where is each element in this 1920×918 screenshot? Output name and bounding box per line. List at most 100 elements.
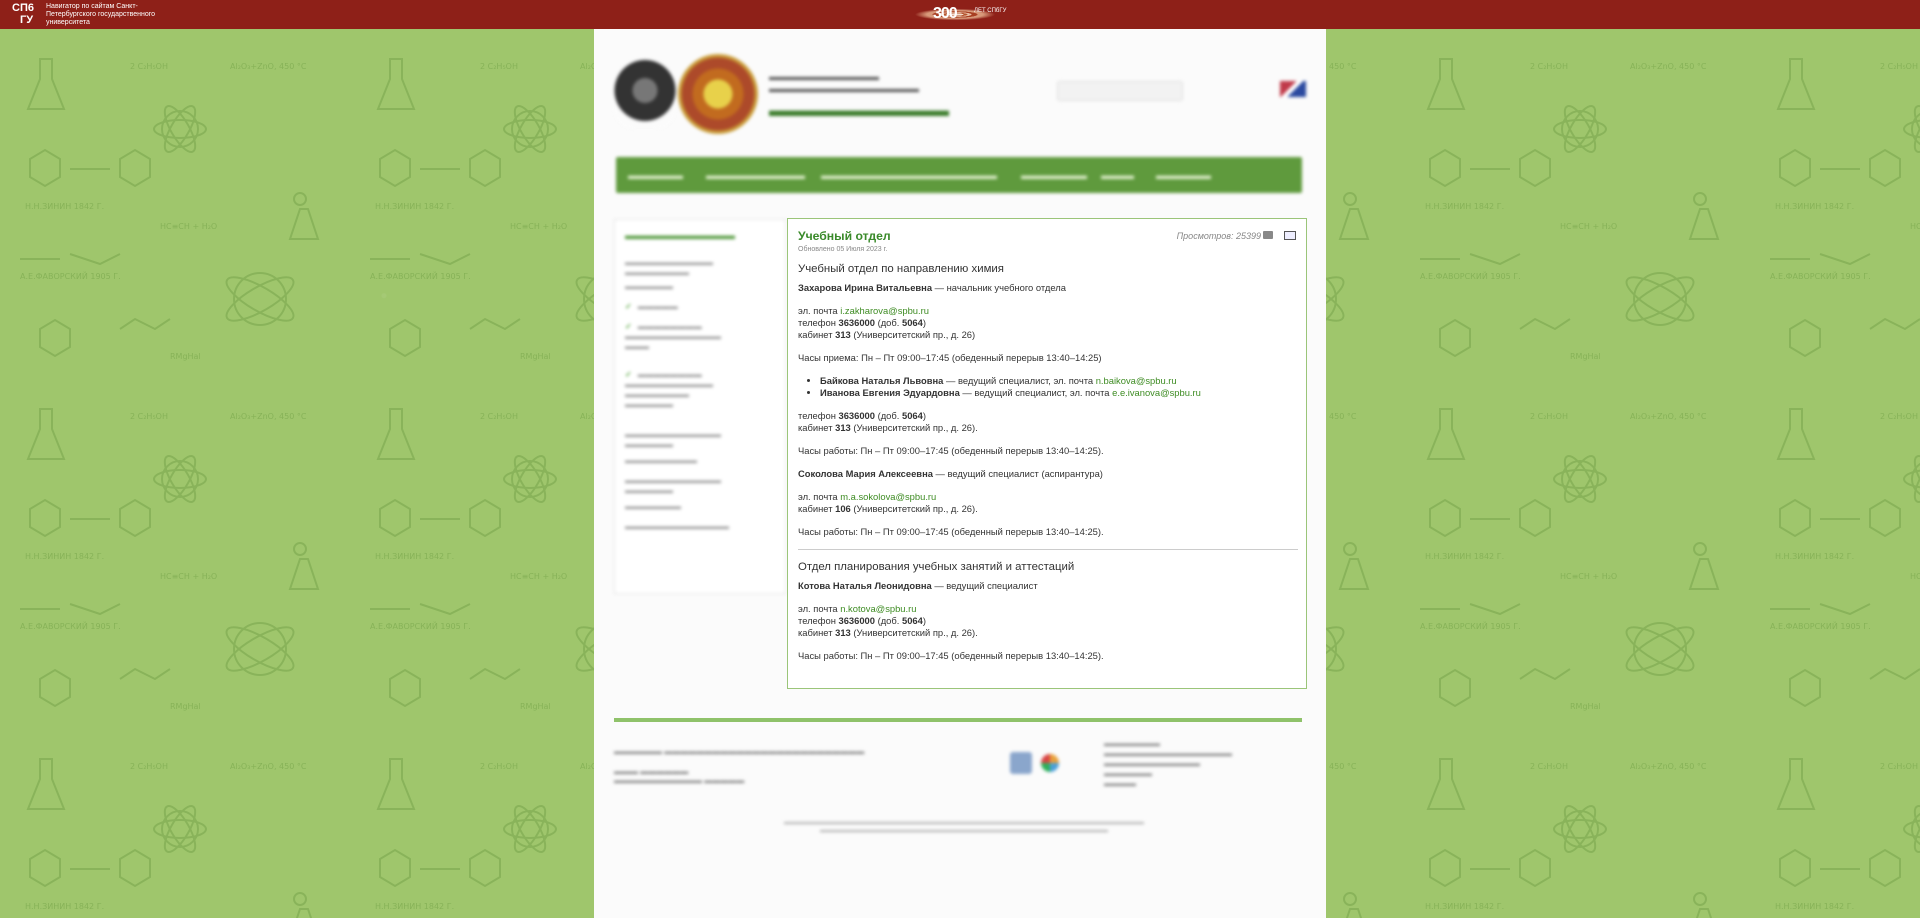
person-name: Иванова Евгения Эдуардовна: [820, 387, 960, 398]
spbu-logo[interactable]: СП6 ГУ: [12, 2, 44, 26]
institute-seal-icon[interactable]: [678, 54, 758, 134]
university-name-blurred: ▬▬▬▬▬▬▬▬▬▬▬ ▬▬▬▬▬▬▬▬▬▬▬▬▬▬▬: [769, 72, 919, 95]
list-item: Байкова Наталья Львовна — ведущий специа…: [820, 375, 1298, 387]
person-name: Байкова Наталья Львовна: [820, 375, 944, 386]
sidebar-link[interactable]: ▬▬▬▬▬▬▬▬▬▬▬ ▬▬▬▬▬▬▬▬: [625, 258, 775, 278]
address: (Университетский пр., д. 26).: [850, 503, 978, 514]
phone-number: 3636000: [838, 410, 875, 421]
sidebar-link[interactable]: ▬▬▬▬▬▬: [625, 282, 775, 292]
contact-line: телефон 3636000 (доб. 5064): [798, 317, 1298, 329]
email-label: эл. почта: [798, 603, 841, 614]
footer-links[interactable]: ▬▬▬▬▬▬▬ ▬▬▬▬▬▬▬▬▬▬▬▬▬▬▬▬ ▬▬▬▬▬▬▬▬▬▬▬▬ ▬▬▬▬▬…: [1104, 739, 1304, 789]
specialist-entry: Котова Наталья Леонидовна — ведущий спец…: [798, 580, 1298, 592]
room-label: кабинет: [798, 627, 836, 638]
contact-line: телефон 3636000 (доб. 5064): [798, 615, 1298, 627]
navigator-link[interactable]: Навигатор по сайтам Санкт-Петербургского…: [46, 3, 166, 27]
social-network-icon[interactable]: [1041, 754, 1059, 772]
section-title-chemistry: Учебный отдел по направлению химия: [798, 263, 1004, 275]
main-menu: ▬▬▬▬▬ ▬▬▬▬▬▬▬▬▬ ▬▬▬▬▬▬▬▬▬▬▬▬▬▬▬▬ ▬▬▬▬▬▬ …: [616, 157, 1302, 193]
contact-line: эл. почта n.kotova@spbu.ru: [798, 603, 1298, 615]
check-icon: ✓: [625, 370, 632, 379]
ext-number: 5064: [901, 317, 923, 328]
specialist-entry: Соколова Мария Алексеевна — ведущий спец…: [798, 468, 1298, 480]
person-name: Соколова Мария Алексеевна: [798, 468, 933, 479]
specialists-list: Байкова Наталья Львовна — ведущий специа…: [798, 375, 1298, 399]
sidebar-link[interactable]: ▬▬▬▬▬▬▬▬▬▬▬▬ ▬▬▬▬▬▬: [625, 476, 775, 496]
email-link[interactable]: n.baikova@spbu.ru: [1096, 375, 1177, 386]
phone-number: 3636000: [838, 615, 875, 626]
menu-item-1[interactable]: ▬▬▬▬▬: [628, 170, 683, 182]
address: (Университетский пр., д. 26).: [850, 627, 978, 638]
check-icon: ✓: [625, 322, 632, 331]
english-flag-icon[interactable]: [1280, 81, 1306, 97]
footer-contacts[interactable]: ▬▬▬ ▬▬▬▬▬▬ ▬▬▬▬▬▬▬▬▬▬▬ ▬▬▬▬▬: [614, 767, 814, 785]
room-label: кабинет: [798, 503, 836, 514]
sidebar-link[interactable]: ▬▬▬▬▬▬▬: [625, 502, 775, 512]
updated-date: Обновлено 05 Июля 2023 г.: [798, 246, 888, 253]
site-header: ▬▬▬▬▬▬▬▬▬▬▬ ▬▬▬▬▬▬▬▬▬▬▬▬▬▬▬ ▬▬▬▬▬▬▬▬▬▬: [614, 54, 1314, 154]
ext-label: (доб.: [874, 615, 902, 626]
ext-suffix: ): [922, 615, 926, 626]
phone-number: 3636000: [838, 317, 875, 328]
phone-label: телефон: [798, 615, 839, 626]
logo-line-1: СП6: [12, 2, 34, 14]
contact-line: телефон 3636000 (доб. 5064): [798, 410, 1298, 422]
work-hours: Часы работы: Пн – Пт 09:00–17:45 (обеден…: [798, 445, 1104, 456]
contact-line: эл. почта m.a.sokolova@spbu.ru: [798, 491, 1298, 503]
room-number: 313: [835, 329, 851, 340]
person-role: — ведущий специалист, эл. почта: [943, 375, 1096, 386]
page-title: Учебный отдел: [798, 229, 891, 243]
section-title-planning: Отдел планирования учебных занятий и атт…: [798, 561, 1075, 573]
footer-divider: [614, 718, 1302, 722]
section-divider: [798, 549, 1298, 550]
phone-label: телефон: [798, 317, 839, 328]
work-hours: Часы работы: Пн – Пт 09:00–17:45 (обеден…: [798, 526, 1104, 537]
room-label: кабинет: [798, 422, 836, 433]
main-content: Просмотров: 25399 Учебный отдел Обновлен…: [787, 218, 1307, 689]
menu-item-5[interactable]: ▬▬▬: [1101, 170, 1134, 182]
contact-line: кабинет 106 (Университетский пр., д. 26)…: [798, 503, 1298, 515]
list-item: Иванова Евгения Эдуардовна — ведущий спе…: [820, 387, 1298, 399]
menu-item-6[interactable]: ▬▬▬▬▬: [1156, 170, 1211, 182]
sidebar-link[interactable]: ▬▬▬▬▬▬▬▬▬▬▬▬▬: [625, 522, 775, 532]
sidebar-title: ▬▬▬▬▬▬▬▬▬▬: [625, 230, 735, 242]
check-icon: ✓: [625, 302, 632, 311]
head-entry: Захарова Ирина Витальевна — начальник уч…: [798, 282, 1298, 294]
email-link[interactable]: e.e.ivanova@spbu.ru: [1112, 387, 1201, 398]
sidebar-link[interactable]: ✓ ▬▬▬▬▬▬▬▬ ▬▬▬▬▬▬▬▬▬▬▬▬ ▬▬▬: [625, 322, 775, 352]
room-number: 313: [835, 422, 851, 433]
email-label: эл. почта: [798, 305, 841, 316]
page-container: ▬▬▬▬▬▬▬▬▬▬▬ ▬▬▬▬▬▬▬▬▬▬▬▬▬▬▬ ▬▬▬▬▬▬▬▬▬▬ ▬▬…: [594, 29, 1326, 918]
person-role: — начальник учебного отдела: [932, 282, 1066, 293]
sidebar-menu: ▬▬▬▬▬▬▬▬▬▬ ▬▬▬▬▬▬▬▬▬▬▬ ▬▬▬▬▬▬▬▬ ▬▬▬▬▬▬ ✓ ▬…: [614, 219, 786, 594]
institute-name-blurred[interactable]: ▬▬▬▬▬▬▬▬▬▬: [769, 100, 949, 121]
sidebar-link[interactable]: ▬▬▬▬▬▬▬▬▬: [625, 456, 775, 466]
menu-item-4[interactable]: ▬▬▬▬▬▬: [1021, 170, 1087, 182]
spbu-top-bar: СП6 ГУ Навигатор по сайтам Санкт-Петербу…: [0, 0, 1920, 29]
jubilee-banner[interactable]: 300 ЛЕТ СПбГУ: [855, 0, 1055, 29]
sidebar-link[interactable]: ✓ ▬▬▬▬▬: [625, 302, 775, 312]
ext-suffix: ): [922, 410, 926, 421]
vk-icon[interactable]: [1010, 752, 1032, 774]
footer-legal-text: ▬▬▬▬▬▬▬▬▬▬▬▬▬▬▬▬▬▬▬▬▬▬▬▬▬▬▬▬▬▬▬▬▬▬▬▬▬▬▬▬…: [784, 820, 1144, 834]
logo-line-2: ГУ: [20, 14, 34, 26]
menu-item-2[interactable]: ▬▬▬▬▬▬▬▬▬: [706, 170, 805, 182]
sidebar-link[interactable]: ▬▬▬▬▬▬▬▬▬▬▬▬ ▬▬▬▬▬▬: [625, 430, 775, 450]
email-link[interactable]: i.zakharova@spbu.ru: [840, 305, 929, 316]
coat-of-arms-icon: [614, 59, 676, 129]
ext-suffix: ): [922, 317, 926, 328]
address: (Университетский пр., д. 26): [850, 329, 976, 340]
room-label: кабинет: [798, 329, 836, 340]
address: (Университетский пр., д. 26).: [850, 422, 978, 433]
jubilee-caption: ЛЕТ СПбГУ: [974, 8, 1007, 14]
email-link[interactable]: n.kotova@spbu.ru: [840, 603, 916, 614]
person-role: — ведущий специалист, эл. почта: [959, 387, 1113, 398]
sidebar-link[interactable]: ✓ ▬▬▬▬▬▬▬▬ ▬▬▬▬▬▬▬▬▬▬▬ ▬▬▬▬▬▬▬▬ ▬▬▬▬▬▬: [625, 370, 775, 410]
footer-copyright: ▬▬▬▬▬▬ ▬▬▬▬▬▬▬▬▬▬▬▬▬▬▬▬▬▬▬▬▬▬▬▬▬: [614, 747, 865, 756]
email-link[interactable]: m.a.sokolova@spbu.ru: [840, 491, 936, 502]
room-number: 313: [835, 627, 851, 638]
search-input[interactable]: [1057, 81, 1183, 101]
person-name: Котова Наталья Леонидовна: [798, 580, 932, 591]
menu-item-3[interactable]: ▬▬▬▬▬▬▬▬▬▬▬▬▬▬▬▬: [821, 170, 997, 182]
contact-line: эл. почта i.zakharova@spbu.ru: [798, 305, 1298, 317]
